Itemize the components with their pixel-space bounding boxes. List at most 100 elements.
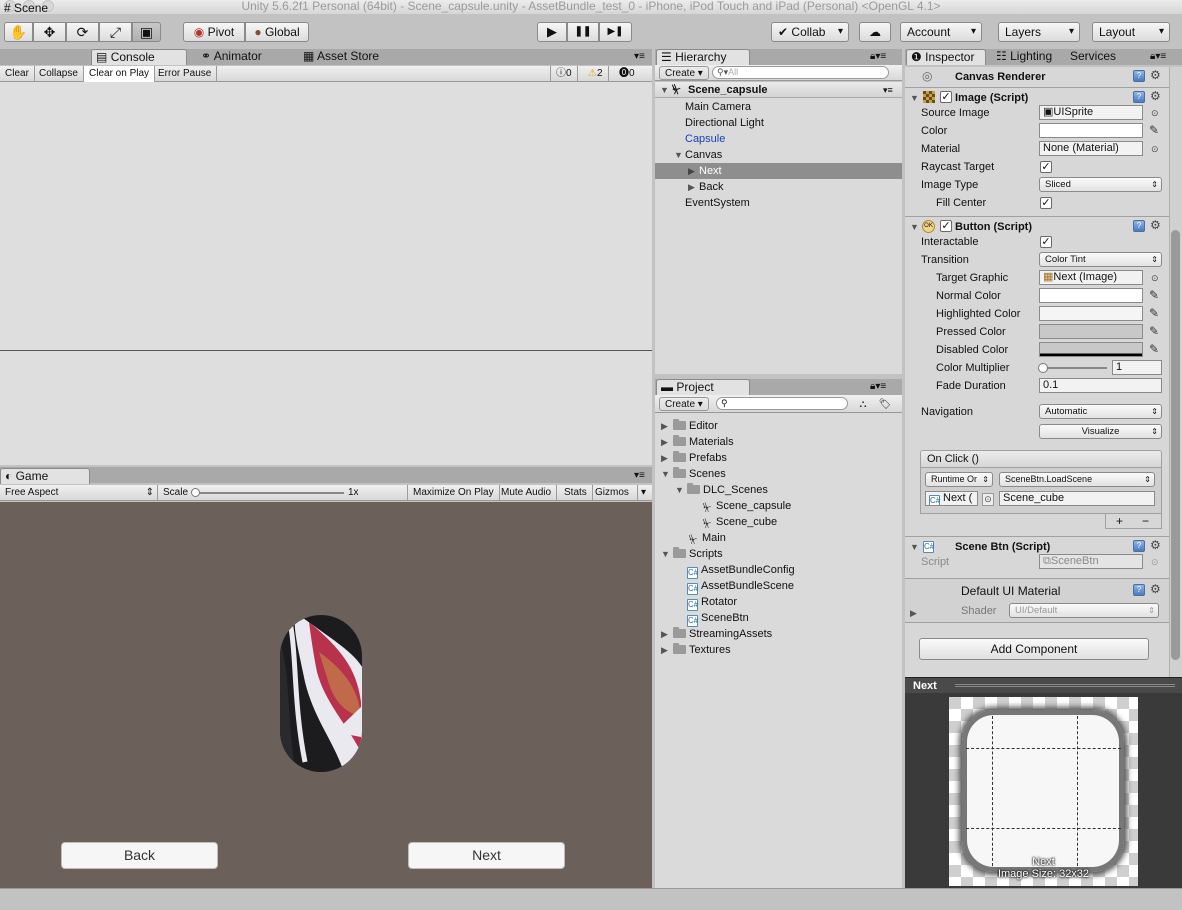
image-type-dropdown[interactable]: Sliced bbox=[1039, 177, 1162, 192]
cloud-icon[interactable]: ☁ bbox=[859, 22, 891, 42]
tab-console[interactable]: ▤ Console bbox=[91, 49, 187, 65]
project-item-editor[interactable]: Editor bbox=[673, 418, 718, 434]
inspector-lock-icon[interactable]: 🔒︎▾≡ bbox=[1150, 51, 1166, 62]
transition-dropdown[interactable]: Color Tint bbox=[1039, 252, 1162, 267]
preview-drag-handle[interactable] bbox=[955, 684, 1175, 687]
hierarchy-item-main-camera[interactable]: Main Camera bbox=[685, 99, 751, 115]
gear-icon[interactable]: ⚙ bbox=[1150, 218, 1161, 232]
editor-expand-icon[interactable]: ▶ bbox=[661, 421, 668, 432]
rotate-tool-icon[interactable]: ⟳ bbox=[66, 22, 99, 42]
button-enabled-checkbox[interactable]: ✓ bbox=[940, 220, 952, 232]
hierarchy-item-directional-light[interactable]: Directional Light bbox=[685, 115, 764, 131]
eyedropper-icon[interactable]: ✎ bbox=[1149, 342, 1161, 356]
materials-expand-icon[interactable]: ▶ bbox=[661, 437, 668, 448]
hierarchy-item-eventsystem[interactable]: EventSystem bbox=[685, 195, 750, 211]
inspector-scrollbar-thumb[interactable] bbox=[1171, 230, 1180, 660]
back-expand-icon[interactable]: ▶ bbox=[688, 182, 695, 193]
scene-argument-field[interactable]: Scene_cube bbox=[999, 491, 1155, 506]
help-book-icon[interactable]: ? bbox=[1133, 220, 1145, 232]
fill-center-checkbox[interactable]: ✓ bbox=[1040, 197, 1052, 209]
gear-icon[interactable]: ⚙ bbox=[1150, 68, 1161, 82]
source-image-field[interactable]: ▣UISprite bbox=[1039, 105, 1143, 120]
project-lock-icon[interactable]: 🔒︎▾≡ bbox=[870, 381, 886, 392]
scenebtn-component-header[interactable]: ▼ C# Scene Btn (Script) ? ⚙ bbox=[905, 536, 1169, 556]
scale-tool-icon[interactable]: ⤢ bbox=[99, 22, 132, 42]
tab-project[interactable]: ▬ Project bbox=[656, 379, 750, 395]
search-by-type-icon[interactable]: ⛬ bbox=[853, 397, 873, 411]
layout-dropdown[interactable]: Layout bbox=[1092, 22, 1170, 42]
rect-tool-icon[interactable]: ▣ bbox=[132, 22, 161, 42]
pressed-color-swatch[interactable] bbox=[1039, 324, 1143, 339]
search-by-label-icon[interactable]: 🏷︎ bbox=[875, 397, 895, 411]
raycast-target-checkbox[interactable]: ✓ bbox=[1040, 161, 1052, 173]
prefabs-expand-icon[interactable]: ▶ bbox=[661, 453, 668, 464]
scale-control[interactable]: Scale 1x bbox=[158, 485, 408, 501]
project-item-scene-cube[interactable]: ⏧ Scene_cube bbox=[701, 514, 778, 530]
canvas-expand-icon[interactable]: ▼ bbox=[674, 150, 683, 160]
navigation-dropdown[interactable]: Automatic bbox=[1039, 404, 1162, 419]
object-picker-icon[interactable]: ⊙ bbox=[1151, 273, 1159, 284]
canvas-renderer-header[interactable]: ◎ Canvas Renderer ? ⚙ bbox=[905, 67, 1169, 87]
visualize-button[interactable]: Visualize bbox=[1039, 424, 1162, 439]
game-panel-menu-icon[interactable]: ▾≡ bbox=[634, 470, 645, 481]
project-search-input[interactable]: ⚲ bbox=[716, 397, 848, 410]
project-item-materials[interactable]: Materials bbox=[673, 434, 734, 450]
material-expand-icon[interactable]: ▶ bbox=[910, 608, 917, 619]
help-book-icon[interactable]: ? bbox=[1133, 540, 1145, 552]
project-item-main[interactable]: ⏧ Main bbox=[687, 530, 726, 546]
pause-button[interactable]: ❚❚ bbox=[567, 22, 599, 42]
gear-icon[interactable]: ⚙ bbox=[1150, 89, 1161, 103]
project-item-scenebtn[interactable]: C# SceneBtn bbox=[687, 610, 749, 627]
onclick-object-field[interactable]: C# Next ( bbox=[925, 491, 978, 506]
object-picker-icon[interactable]: ⊙ bbox=[1151, 108, 1159, 119]
aspect-dropdown[interactable]: Free Aspect ⇕ bbox=[0, 485, 158, 501]
pivot-toggle[interactable]: ◉ Pivot bbox=[183, 22, 245, 42]
panel-menu-icon[interactable]: ▾≡ bbox=[634, 51, 645, 62]
hierarchy-lock-icon[interactable]: 🔒︎▾≡ bbox=[870, 51, 886, 62]
console-clear-button[interactable]: Clear bbox=[0, 66, 35, 82]
project-item-assetbundlescene[interactable]: C# AssetBundleScene bbox=[687, 578, 794, 595]
target-graphic-field[interactable]: ▦Next (Image) bbox=[1039, 270, 1143, 285]
gear-icon[interactable]: ⚙ bbox=[1150, 582, 1161, 596]
project-item-scene-capsule[interactable]: ⏧ Scene_capsule bbox=[701, 498, 792, 514]
button-component-header[interactable]: ▼ OK ✓ Button (Script) ? ⚙ bbox=[905, 216, 1169, 236]
project-item-rotator[interactable]: C# Rotator bbox=[687, 594, 737, 611]
project-item-streamingassets[interactable]: StreamingAssets bbox=[673, 626, 772, 642]
normal-color-swatch[interactable] bbox=[1039, 288, 1143, 303]
console-log-toggle[interactable]: ⓘ0 bbox=[550, 66, 578, 82]
scale-slider-thumb[interactable] bbox=[191, 488, 200, 497]
image-enabled-checkbox[interactable]: ✓ bbox=[940, 91, 952, 103]
image-collapse-icon[interactable]: ▼ bbox=[910, 93, 919, 103]
multiplier-slider-track[interactable] bbox=[1041, 367, 1107, 369]
project-item-scenes[interactable]: Scenes bbox=[673, 466, 726, 482]
project-item-assetbundleconfig[interactable]: C# AssetBundleConfig bbox=[687, 562, 795, 579]
hierarchy-item-capsule[interactable]: Capsule bbox=[685, 131, 725, 147]
add-component-button[interactable]: Add Component bbox=[919, 638, 1149, 660]
console-error-pause-button[interactable]: Error Pause bbox=[153, 66, 218, 82]
hierarchy-item-next[interactable]: Next bbox=[699, 163, 722, 179]
hierarchy-create-dropdown[interactable]: Create ▾ bbox=[659, 66, 709, 80]
tab-inspector[interactable]: ❶ Inspector bbox=[906, 49, 986, 65]
console-clear-on-play-button[interactable]: Clear on Play bbox=[84, 66, 156, 82]
add-event-button[interactable]: + bbox=[1116, 514, 1123, 528]
tab-scene[interactable]: # Scene bbox=[0, 1, 88, 17]
function-dropdown[interactable]: SceneBtn.LoadScene bbox=[999, 472, 1155, 487]
eyedropper-icon[interactable]: ✎ bbox=[1149, 123, 1161, 137]
eyedropper-icon[interactable]: ✎ bbox=[1149, 324, 1161, 338]
streamingassets-expand-icon[interactable]: ▶ bbox=[661, 629, 668, 640]
scene-root-row[interactable]: ▼ ⏧ Scene_capsule ▾≡ bbox=[655, 82, 902, 98]
project-item-scripts[interactable]: Scripts bbox=[673, 546, 723, 562]
tab-services[interactable]: Services bbox=[1066, 49, 1136, 65]
game-next-button[interactable]: Next bbox=[408, 842, 565, 869]
project-item-dlc-scenes[interactable]: DLC_Scenes bbox=[687, 482, 768, 498]
project-item-prefabs[interactable]: Prefabs bbox=[673, 450, 727, 466]
global-toggle[interactable]: ● Global bbox=[245, 22, 309, 42]
play-button[interactable]: ▶ bbox=[537, 22, 567, 42]
textures-expand-icon[interactable]: ▶ bbox=[661, 645, 668, 656]
stats-button[interactable]: Stats bbox=[559, 485, 593, 501]
help-book-icon[interactable]: ? bbox=[1133, 584, 1145, 596]
gizmos-button[interactable]: Gizmos bbox=[590, 485, 638, 501]
help-book-icon[interactable]: ? bbox=[1133, 70, 1145, 82]
console-error-toggle[interactable]: ⓿0 bbox=[614, 66, 640, 82]
gear-icon[interactable]: ⚙ bbox=[1150, 538, 1161, 552]
